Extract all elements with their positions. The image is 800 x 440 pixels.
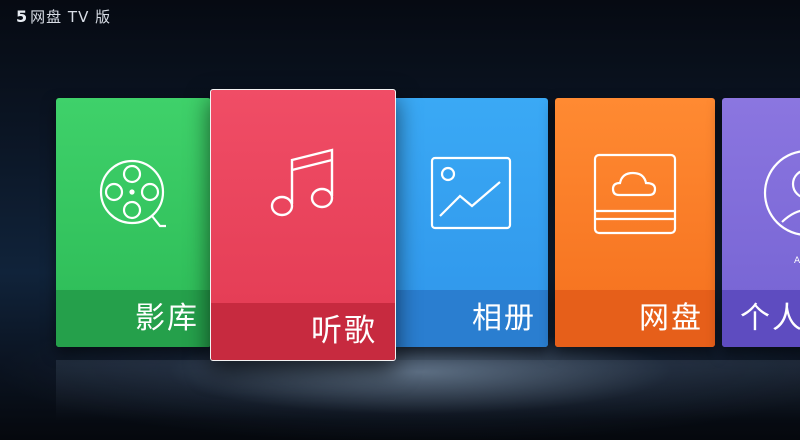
- tile-photos-label: 相册: [472, 301, 536, 336]
- tile-cloud[interactable]: 网盘: [555, 98, 715, 347]
- app-title-text: 网盘 TV 版: [30, 8, 112, 26]
- photo-icon: [430, 156, 511, 230]
- app-title: 5 网盘 TV 版: [16, 6, 111, 27]
- tile-music-label: 听歌: [311, 313, 377, 349]
- tile-movies[interactable]: 影库: [56, 98, 211, 347]
- tile-movies-label: 影库: [135, 301, 199, 336]
- film-reel-icon: [99, 159, 166, 228]
- tile-profile[interactable]: A 个人: [722, 98, 800, 347]
- tile-music[interactable]: 听歌: [210, 89, 396, 361]
- user-avatar-icon: [763, 150, 800, 236]
- tile-photos[interactable]: 相册: [393, 98, 548, 347]
- tile-cloud-label: 网盘: [639, 301, 703, 336]
- profile-small-text: A: [794, 256, 800, 266]
- tile-profile-label: 个人: [740, 301, 800, 336]
- app-logo: 5: [16, 7, 29, 26]
- music-note-icon: [270, 148, 334, 217]
- cloud-drive-icon: [593, 153, 677, 235]
- floor-reflection: [56, 360, 800, 420]
